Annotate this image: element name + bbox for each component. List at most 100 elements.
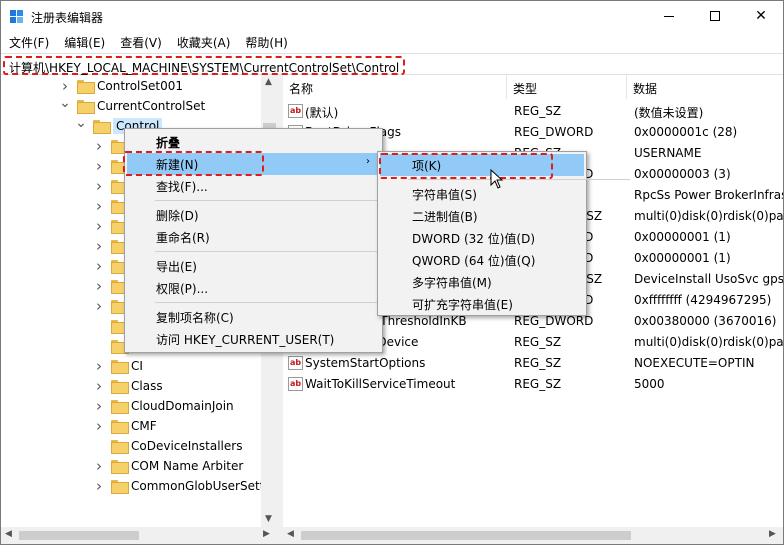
menu-item-5[interactable]: DWORD (32 位)值(D): [380, 227, 584, 249]
tree-node[interactable]: › Class: [93, 376, 163, 396]
tree-node[interactable]: › COM Name Arbiter: [93, 456, 243, 476]
tree-node[interactable]: › CommonGlobUserSettings: [93, 476, 278, 496]
tree-node-label: CurrentControlSet: [97, 99, 206, 113]
menu-item-4[interactable]: 二进制值(B): [380, 205, 584, 227]
tree-node[interactable]: › CMF: [93, 416, 157, 436]
chevron-right-icon: ›: [366, 156, 370, 167]
value-data: DeviceInstall UsoSvc gpsvc: [634, 272, 783, 286]
menu-item-8[interactable]: 导出(E): [127, 255, 380, 277]
chevron-right-icon[interactable]: ›: [93, 136, 105, 156]
chevron-right-icon[interactable]: ›: [93, 156, 105, 176]
scroll-thumb[interactable]: [19, 531, 139, 540]
menu-item-3[interactable]: 查找(F)...: [127, 175, 380, 197]
chevron-right-icon[interactable]: ›: [93, 476, 105, 496]
menu-edit[interactable]: 编辑(E): [56, 31, 112, 51]
menu-item-7[interactable]: 多字符串值(M): [380, 271, 584, 293]
value-data: 0x00000001 (1): [634, 230, 731, 244]
menu-item-6[interactable]: 重命名(R): [127, 226, 380, 248]
table-row[interactable]: ab SystemStartOptions REG_SZ NOEXECUTE=OPT…: [283, 353, 783, 374]
menu-separator: [155, 251, 377, 252]
scroll-thumb[interactable]: [301, 531, 631, 540]
chevron-down-icon[interactable]: ⌄: [59, 93, 71, 113]
title-bar: 注册表编辑器 ✕: [1, 1, 783, 31]
table-row[interactable]: ab WaitToKillServiceTimeout REG_SZ 5000: [283, 374, 783, 395]
tree-node[interactable]: › CloudDomainJoin: [93, 396, 234, 416]
address-path[interactable]: 计算机\HKEY_LOCAL_MACHINE\SYSTEM\CurrentCon…: [3, 56, 406, 75]
menu-item-label: 新建(N): [156, 158, 199, 172]
chevron-right-icon[interactable]: ›: [93, 396, 105, 416]
chevron-down-icon[interactable]: ⌄: [75, 113, 87, 133]
menu-item-1[interactable]: 项(K): [380, 154, 584, 176]
scroll-right-icon[interactable]: ▶: [263, 529, 270, 539]
list-horizontal-scrollbar[interactable]: ◀ ▶: [283, 527, 783, 544]
scroll-down-icon[interactable]: ▼: [265, 514, 272, 524]
chevron-right-icon[interactable]: ›: [93, 296, 105, 316]
menu-separator: [155, 200, 377, 201]
table-row[interactable]: ab (默认) REG_SZ (数值未设置): [283, 101, 783, 122]
column-header-data[interactable]: 数据: [627, 75, 783, 99]
maximize-button[interactable]: [692, 1, 738, 31]
value-name: (默认): [305, 106, 339, 120]
maximize-icon: [710, 11, 720, 21]
scroll-up-icon[interactable]: ▲: [265, 77, 272, 87]
scroll-left-icon[interactable]: ◀: [287, 529, 294, 539]
menu-item-label: 折叠: [156, 136, 181, 150]
menu-separator: [408, 179, 630, 180]
close-icon: ✕: [755, 8, 767, 24]
menu-view[interactable]: 查看(V): [112, 31, 169, 51]
value-data: 5000: [634, 377, 665, 391]
string-value-icon: ab: [288, 377, 303, 391]
menu-item-12[interactable]: 访问 HKEY_CURRENT_USER(T): [127, 328, 380, 350]
scroll-left-icon[interactable]: ◀: [5, 529, 12, 539]
folder-icon: [111, 400, 129, 414]
column-header-type[interactable]: 类型: [507, 75, 627, 99]
chevron-right-icon[interactable]: ›: [93, 176, 105, 196]
close-button[interactable]: ✕: [738, 1, 783, 31]
menu-help[interactable]: 帮助(H): [237, 31, 294, 51]
chevron-right-icon[interactable]: ›: [93, 356, 105, 376]
menu-item-5[interactable]: 删除(D): [127, 204, 380, 226]
menu-item-3[interactable]: 字符串值(S): [380, 183, 584, 205]
menu-item-11[interactable]: 复制项名称(C): [127, 306, 380, 328]
address-bar[interactable]: 计算机\HKEY_LOCAL_MACHINE\SYSTEM\CurrentCon…: [1, 53, 783, 75]
menu-item-label: 查找(F)...: [156, 180, 208, 194]
chevron-right-icon[interactable]: ›: [93, 236, 105, 256]
menu-item-label: 可扩充字符串值(E): [412, 298, 513, 312]
chevron-right-icon[interactable]: ›: [93, 456, 105, 476]
chevron-right-icon[interactable]: ›: [93, 276, 105, 296]
tree-node-label: CoDeviceInstallers: [131, 439, 243, 453]
folder-icon: [77, 80, 95, 94]
tree-horizontal-scrollbar[interactable]: ◀ ▶: [1, 527, 278, 544]
folder-icon: [111, 360, 129, 374]
menu-item-6[interactable]: QWORD (64 位)值(Q): [380, 249, 584, 271]
scroll-right-icon[interactable]: ▶: [769, 529, 776, 539]
minimize-button[interactable]: [646, 1, 692, 31]
tree-node[interactable]: › CI: [93, 356, 143, 376]
menu-item-label: 重命名(R): [156, 231, 210, 245]
menu-favorites[interactable]: 收藏夹(A): [169, 31, 238, 51]
tree-node-label: CloudDomainJoin: [131, 399, 234, 413]
menu-file[interactable]: 文件(F): [1, 31, 56, 51]
value-data: multi(0)disk(0)rdisk(0)partition: [634, 209, 783, 223]
tree-node[interactable]: CoDeviceInstallers: [93, 436, 242, 456]
chevron-right-icon[interactable]: ›: [93, 196, 105, 216]
value-data: 0x00000003 (3): [634, 167, 731, 181]
chevron-right-icon[interactable]: ›: [93, 376, 105, 396]
column-header-name[interactable]: 名称: [283, 75, 507, 99]
menu-item-8[interactable]: 可扩充字符串值(E): [380, 293, 584, 315]
menu-item-label: 权限(P)...: [156, 282, 209, 296]
menu-item-2[interactable]: 新建(N) ›: [127, 153, 380, 175]
menu-item-label: 项(K): [412, 159, 442, 173]
menu-item-1[interactable]: 折叠: [127, 131, 380, 153]
menu-item-9[interactable]: 权限(P)...: [127, 277, 380, 299]
menu-item-label: 访问 HKEY_CURRENT_USER(T): [156, 333, 335, 347]
tree-node[interactable]: › ControlSet001: [59, 76, 183, 96]
chevron-right-icon[interactable]: ›: [93, 256, 105, 276]
value-type: REG_DWORD: [514, 125, 594, 139]
folder-icon: [111, 420, 129, 434]
chevron-right-icon[interactable]: ›: [93, 216, 105, 236]
value-type: REG_SZ: [514, 356, 562, 370]
chevron-right-icon[interactable]: ›: [93, 416, 105, 436]
